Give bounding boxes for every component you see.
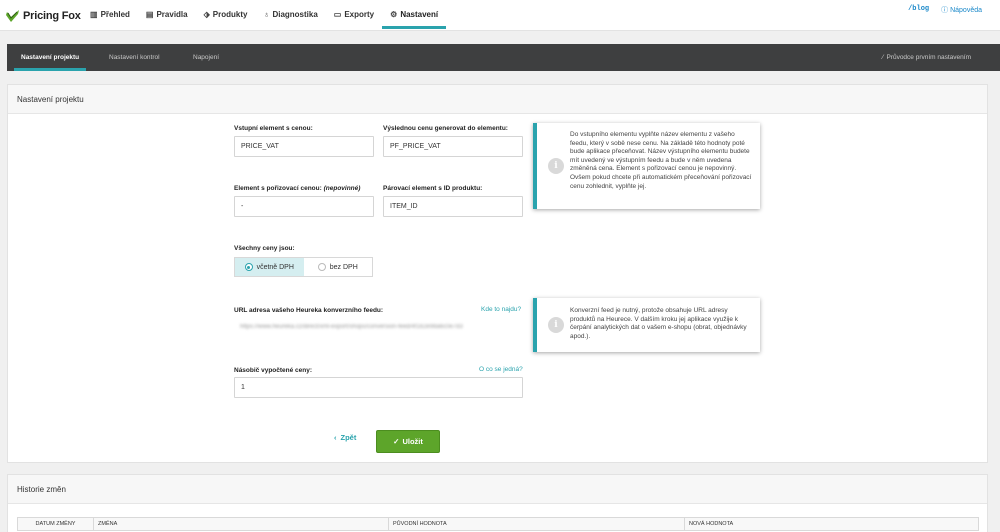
purchase-price-field[interactable]: - — [234, 196, 374, 217]
inbox-icon: ▭ — [333, 10, 342, 19]
help-link[interactable]: ⓘ Nápověda — [941, 5, 982, 15]
list-icon: ▤ — [145, 10, 154, 19]
brand-name: Pricing Fox — [23, 10, 81, 22]
bar-chart-icon: ▥ — [90, 10, 98, 19]
stethoscope-icon: ♁ — [263, 10, 270, 19]
heureka-url-label: URL adresa vašeho Heureka konverzního fe… — [234, 307, 384, 314]
panel-heading: Historie změn — [8, 475, 987, 504]
vat-option-label: bez DPH — [329, 263, 358, 271]
nav-item-prehled[interactable]: ▥ Přehled — [82, 0, 138, 29]
tab-napojeni[interactable]: Napojení — [193, 44, 219, 71]
output-element-label: Výslednou cenu generovat do elementu: — [383, 125, 508, 132]
vat-option-including[interactable]: včetně DPH — [235, 258, 304, 276]
purchase-price-label: Element s pořizovací cenou: (nepovinné) — [234, 185, 360, 192]
column-header[interactable]: Nová hodnota — [685, 518, 978, 530]
logo[interactable]: Pricing Fox — [6, 8, 81, 24]
info-text: Konverzní feed je nutný, protože obsahuj… — [570, 307, 747, 340]
nav-label: Přehled — [100, 10, 130, 19]
save-button[interactable]: ✓ Uložit — [376, 430, 440, 453]
question-circle-icon: ⓘ — [941, 7, 949, 14]
wizard-label: Průvodce prvním nastavením — [886, 54, 971, 61]
multiplier-label: Násobič vypočtené ceny: — [234, 367, 313, 374]
nav-label: Nastavení — [400, 10, 439, 19]
multiplier-field[interactable]: 1 — [234, 377, 523, 398]
tab-label: Nastavení projektu — [21, 54, 80, 61]
purchase-label-text: Element s pořizovací cenou: — [234, 185, 322, 192]
info-box-heureka: i Konverzní feed je nutný, protože obsah… — [533, 298, 760, 352]
nav-label: Diagnostika — [272, 10, 318, 19]
column-header[interactable]: Původní hodnota — [389, 518, 685, 530]
back-label: Zpět — [340, 433, 357, 442]
nav-label: Pravidla — [156, 10, 188, 19]
info-icon: i — [548, 158, 564, 174]
vat-label: Všechny ceny jsou: — [234, 245, 295, 252]
nav-item-produkty[interactable]: ⬗ Produkty — [196, 0, 256, 29]
check-icon: ✓ — [393, 437, 400, 446]
nav-item-exporty[interactable]: ▭ Exporty — [326, 0, 382, 29]
nav-item-nastaveni[interactable]: ⚙ Nastavení — [382, 0, 447, 29]
output-element-field[interactable]: PF_PRICE_VAT — [383, 136, 523, 157]
info-text: Do vstupního elementu vyplňte název elem… — [570, 131, 752, 190]
heureka-url-value: https://www.heureka.cz/direct/xml-export… — [240, 324, 463, 330]
pairing-element-label: Párovací element s ID produktu: — [383, 185, 483, 192]
help-label: Nápověda — [950, 7, 982, 14]
tags-icon: ⬗ — [203, 10, 210, 19]
settings-subnav: Nastavení projektu Nastavení kontrol Nap… — [7, 44, 1000, 71]
input-element-label: Vstupní element s cenou: — [234, 125, 313, 132]
history-table-header: Datum změny Změna Původní hodnota Nová h… — [17, 517, 979, 531]
nav-label: Produkty — [212, 10, 248, 19]
pairing-element-field[interactable]: ITEM_ID — [383, 196, 523, 217]
top-right-links: /blog ⓘ Nápověda — [908, 5, 982, 15]
input-element-field[interactable]: PRICE_VAT — [234, 136, 374, 157]
nav-item-pravidla[interactable]: ▤ Pravidla — [138, 0, 196, 29]
column-header[interactable]: Změna — [94, 518, 389, 530]
column-header[interactable]: Datum změny — [18, 518, 94, 530]
history-panel: Historie změn Datum změny Změna Původní … — [7, 474, 988, 532]
blog-link[interactable]: /blog — [908, 5, 929, 15]
main-nav: ▥ Přehled ▤ Pravidla ⬗ Produkty ♁ Diagno… — [82, 0, 447, 31]
info-box-elements: i Do vstupního elementu vyplňte název el… — [533, 123, 760, 209]
nav-item-diagnostika[interactable]: ♁ Diagnostika — [255, 0, 325, 29]
optional-hint: (nepovinné) — [323, 185, 361, 192]
radio-unchecked-icon — [317, 263, 326, 271]
tab-label: Nastavení kontrol — [109, 54, 160, 61]
wizard-link[interactable]: ⁄ Průvodce prvním nastavením — [882, 44, 971, 71]
heureka-help-link[interactable]: Kde to najdu? — [481, 306, 521, 313]
gear-icon: ⚙ — [390, 10, 398, 19]
vat-option-excluding[interactable]: bez DPH — [304, 258, 373, 276]
radio-checked-icon — [244, 263, 253, 271]
project-settings-panel: Nastavení projektu Vstupní element s cen… — [7, 84, 988, 463]
heureka-url-field[interactable]: https://www.heureka.cz/direct/xml-export… — [234, 319, 523, 337]
top-navbar: Pricing Fox ▥ Přehled ▤ Pravidla ⬗ Produ… — [0, 0, 1000, 31]
nav-label: Exporty — [344, 10, 375, 19]
panel-heading: Nastavení projektu — [8, 85, 987, 114]
vat-toggle: včetně DPH bez DPH — [234, 257, 373, 277]
fox-logo-icon — [6, 9, 20, 23]
info-icon: i — [548, 317, 564, 333]
magic-wand-icon: ⁄ — [882, 54, 884, 61]
multiplier-help-link[interactable]: O co se jedná? — [479, 366, 523, 373]
back-button[interactable]: ‹ Zpět — [334, 433, 356, 442]
tab-nastaveni-kontrol[interactable]: Nastavení kontrol — [109, 44, 160, 71]
tab-nastaveni-projektu[interactable]: Nastavení projektu — [14, 44, 87, 71]
save-label: Uložit — [402, 437, 423, 446]
chevron-left-icon: ‹ — [334, 433, 337, 442]
vat-option-label: včetně DPH — [256, 263, 294, 271]
tab-label: Napojení — [193, 54, 220, 61]
